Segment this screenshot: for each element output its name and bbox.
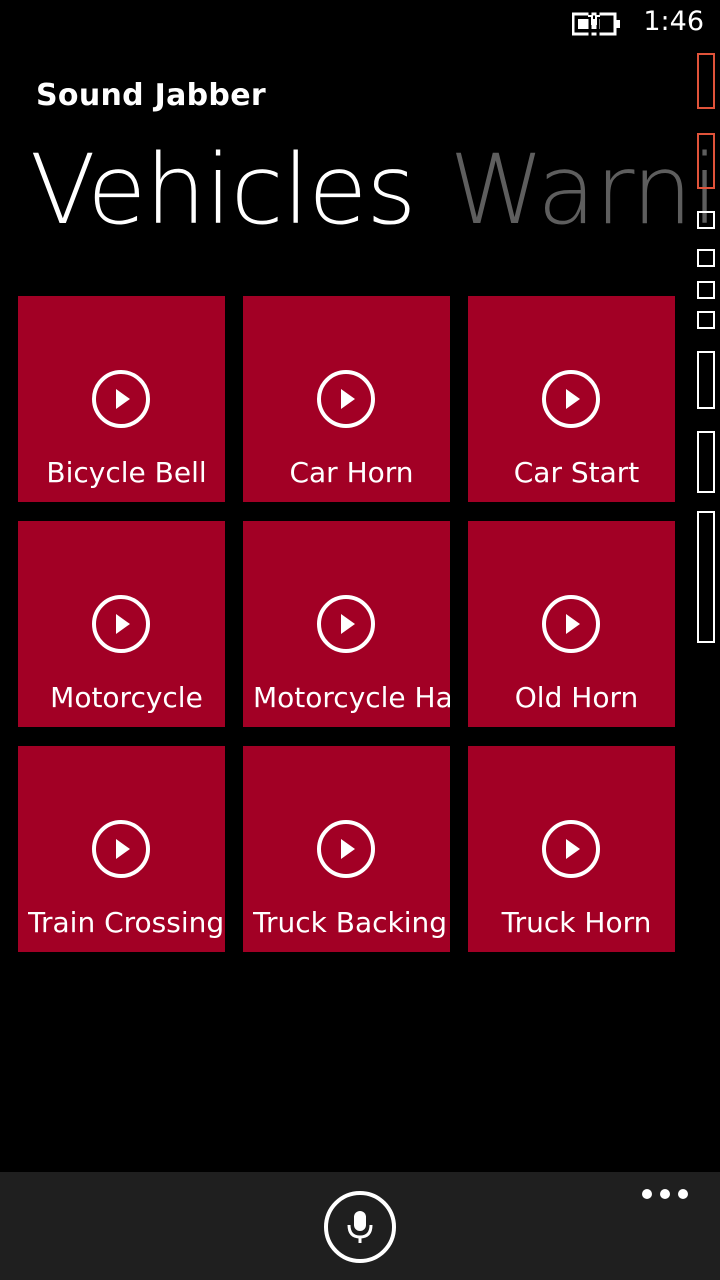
sound-tile-label: Bicycle Bell [46,456,207,489]
voice-search-button[interactable] [324,1191,396,1263]
play-circle-icon [542,595,600,653]
sound-tile-label: Car Horn [289,456,414,489]
play-circle-icon [92,595,150,653]
play-circle-icon [542,820,600,878]
battery-charging-icon [572,12,620,36]
sound-tile-label: Motorcycle [50,681,203,714]
play-circle-icon [92,370,150,428]
sound-tile[interactable]: Train Crossing [18,746,225,952]
ellipsis-icon[interactable] [642,1186,688,1202]
app-title: Sound Jabber [36,78,266,113]
pivot-item-warnings[interactable]: Warni [449,130,718,250]
sound-tile[interactable]: Old Horn [468,521,675,727]
play-circle-icon [317,595,375,653]
sound-tile-label: Train Crossing [28,906,225,939]
play-circle-icon [317,820,375,878]
sound-tile[interactable]: Motorcycle [18,521,225,727]
sound-tile[interactable]: Bicycle Bell [18,296,225,502]
clock: 1:46 [643,6,704,37]
pivot-item-vehicles[interactable]: Vehicles [30,130,416,250]
sound-tile-label: Motorcycle Har [253,681,450,714]
play-circle-icon [92,820,150,878]
play-circle-icon [317,370,375,428]
status-bar: 1:46 [0,0,720,48]
sound-tile-label: Old Horn [514,681,639,714]
app-bar [0,1172,720,1280]
sound-tile-label: Truck Horn [501,906,652,939]
play-circle-icon [542,370,600,428]
sound-tile[interactable]: Motorcycle Har [243,521,450,727]
sound-tile-label: Truck Backing U [253,906,450,939]
microphone-icon [347,1211,373,1243]
sound-tile[interactable]: Truck Backing U [243,746,450,952]
sound-tile-label: Car Start [513,456,640,489]
frame-rate-counter [697,53,715,643]
pivot-headers: Vehicles Warni [30,130,720,250]
sound-tile[interactable]: Truck Horn [468,746,675,952]
sound-tile[interactable]: Car Start [468,296,675,502]
sound-tile[interactable]: Car Horn [243,296,450,502]
